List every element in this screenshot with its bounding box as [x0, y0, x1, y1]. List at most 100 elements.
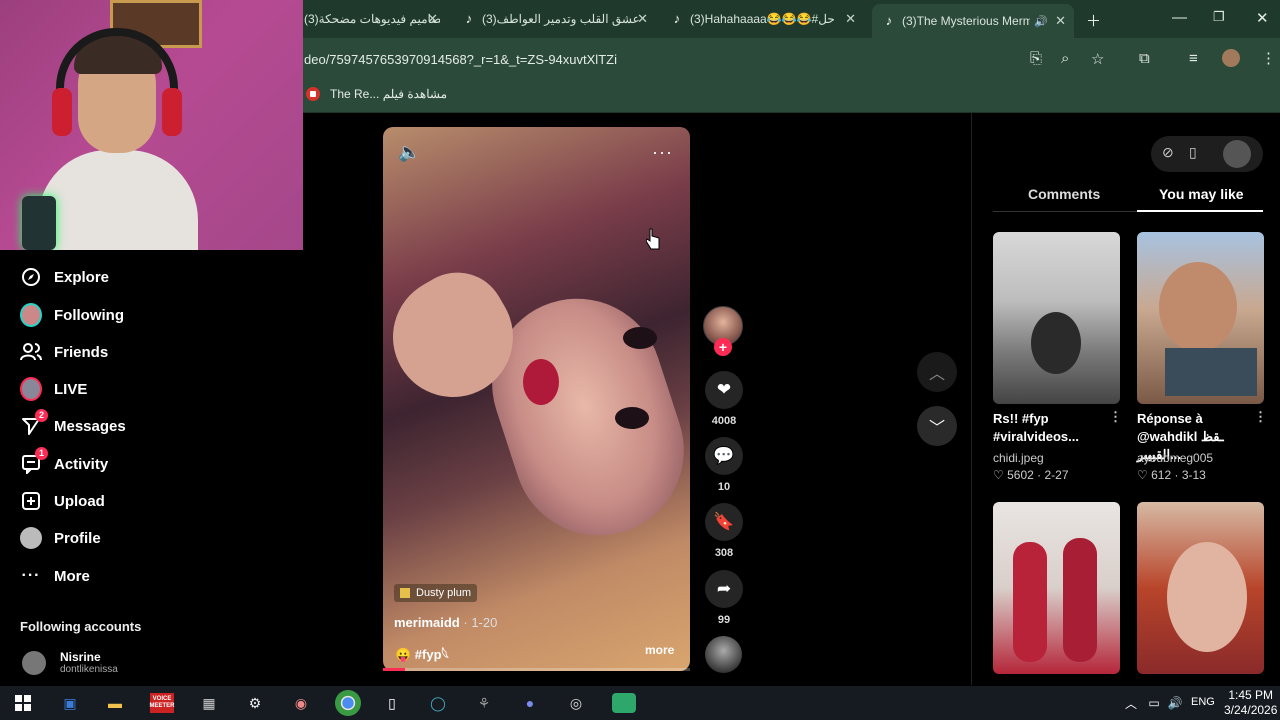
- bookmark-star-icon[interactable]: ☆: [1091, 50, 1104, 68]
- like-count: 4008: [711, 415, 737, 427]
- extensions-icon[interactable]: ⧉: [1139, 50, 1150, 67]
- sidebar-item-label: Profile: [54, 529, 101, 547]
- previous-video-button[interactable]: ︿: [917, 352, 957, 392]
- video-user[interactable]: chidi.jpeg: [993, 451, 1044, 465]
- music-tag[interactable]: Dusty plum: [394, 584, 478, 602]
- zoom-icon[interactable]: ⌕: [1061, 50, 1069, 67]
- sidebar-item-explore[interactable]: Explore: [20, 264, 109, 290]
- live-icon: [20, 377, 42, 401]
- view-mode-toggle[interactable]: ⊘ ▯: [1151, 136, 1263, 172]
- sidebar-item-label: LIVE: [54, 380, 88, 398]
- avatar[interactable]: [1223, 140, 1251, 168]
- profile-avatar[interactable]: [1222, 49, 1240, 67]
- browser-tab-2[interactable]: ♪ (3)عشق القلب وتدمير العواطف ✕: [462, 6, 650, 32]
- video-subject-eye: [615, 407, 649, 429]
- activity-badge: 1: [35, 447, 48, 460]
- video-thumbnail[interactable]: [993, 232, 1120, 404]
- close-icon[interactable]: ✕: [845, 11, 856, 27]
- minimize-icon[interactable]: —: [1172, 9, 1187, 26]
- chrome-icon[interactable]: [335, 690, 361, 716]
- close-icon[interactable]: ✕: [427, 11, 438, 27]
- volume-icon[interactable]: 🔈: [398, 142, 420, 163]
- more-options-icon[interactable]: ⋮: [1254, 409, 1267, 425]
- save-button[interactable]: 🔖 308: [704, 503, 744, 559]
- video-title[interactable]: Rs!! #fyp #viralvideos...: [993, 410, 1111, 446]
- sidebar-item-live[interactable]: LIVE: [20, 376, 87, 402]
- video-thumbnail[interactable]: [1137, 502, 1264, 674]
- next-video-button[interactable]: ﹀: [917, 406, 957, 446]
- obs-icon[interactable]: ◯: [427, 693, 449, 713]
- sidebar-item-messages[interactable]: 2 Messages: [20, 409, 126, 439]
- system-clock[interactable]: 1:45 PM 3/24/2026: [1224, 688, 1277, 718]
- sidebar-item-more[interactable]: ··· More: [20, 563, 90, 589]
- sidebar-item-friends[interactable]: Friends: [20, 339, 108, 365]
- browser-tab-3[interactable]: ♪ (3)Hahahaaaa😂😂😂#حل ✕: [670, 6, 858, 32]
- url-text[interactable]: deo/7597457653970914568?_r=1&_t=ZS-94xuv…: [304, 52, 617, 67]
- paint-icon[interactable]: ◉: [290, 693, 312, 713]
- video-subject-eye: [623, 327, 657, 349]
- voicemeeter-icon[interactable]: VOICE MEETER: [150, 693, 175, 713]
- music-icon: [400, 588, 410, 598]
- speaker-icon[interactable]: 🔊: [1034, 15, 1048, 28]
- tab-title: (3)Hahahaaaa😂😂😂#حل: [690, 12, 835, 26]
- window-close-icon[interactable]: ✕: [1256, 9, 1269, 27]
- follow-plus-button[interactable]: +: [714, 338, 732, 356]
- tab-comments[interactable]: Comments: [1028, 186, 1100, 202]
- close-icon[interactable]: ✕: [637, 11, 648, 27]
- following-account-item[interactable]: Nisrine dontlikenissa: [22, 650, 118, 675]
- folder-icon[interactable]: ▬: [104, 693, 126, 713]
- video-thumbnail[interactable]: [993, 502, 1120, 674]
- sidebar-item-upload[interactable]: Upload: [20, 488, 105, 514]
- windows-start-icon[interactable]: [12, 693, 34, 713]
- video-menu-icon[interactable]: ···: [652, 142, 673, 163]
- app-icon[interactable]: ◎: [565, 693, 587, 713]
- sidebar-item-label: Activity: [54, 455, 109, 473]
- steam-icon[interactable]: ⚙: [244, 693, 266, 713]
- microphone: [22, 196, 56, 250]
- following-accounts-header: Following accounts: [20, 619, 142, 634]
- video-thumbnail[interactable]: [1137, 232, 1264, 404]
- install-app-icon[interactable]: ⎘: [1030, 50, 1042, 67]
- like-button[interactable]: ❤ 4008: [704, 371, 744, 427]
- tab-you-may-like[interactable]: You may like: [1159, 186, 1244, 202]
- store-icon[interactable]: ▣: [59, 693, 81, 713]
- browser-tab-active[interactable]: ♪ (3)The Mysterious Merm 🔊 ✕: [872, 4, 1074, 38]
- share-button[interactable]: ➦ 99: [704, 570, 744, 626]
- tab-active-indicator: [1137, 210, 1263, 212]
- video-author[interactable]: merimaidd · 1-20: [394, 615, 497, 630]
- new-tab-icon[interactable]: ＋: [1086, 10, 1101, 31]
- browser-tab-1[interactable]: (3)تصاميم فيديوهات مضحكة ✕: [300, 6, 440, 32]
- sidebar-item-activity[interactable]: 1 Activity: [20, 447, 109, 477]
- comment-button[interactable]: 💬 10: [704, 437, 744, 493]
- media-control-icon[interactable]: ≡: [1189, 50, 1198, 67]
- app-icon[interactable]: ⚘: [473, 693, 495, 713]
- language-indicator[interactable]: ENG: [1191, 696, 1215, 708]
- more-options-icon[interactable]: ⋮: [1109, 409, 1122, 425]
- chevron-up-icon[interactable]: ︿: [1120, 693, 1142, 713]
- app-icon[interactable]: ▦: [198, 693, 220, 713]
- next-creator-avatar[interactable]: [705, 636, 742, 673]
- bookmark-icon: 🔖: [705, 503, 743, 541]
- sidebar-item-profile[interactable]: Profile: [20, 525, 101, 551]
- video-date: 3-13: [1181, 468, 1206, 482]
- sidebar-item-following[interactable]: Following: [20, 302, 124, 328]
- sidebar-item-label: More: [54, 567, 90, 585]
- notepad-icon[interactable]: ▯: [381, 693, 403, 713]
- video-progress-bar[interactable]: [383, 668, 690, 671]
- phone-icon[interactable]: ▯: [1189, 144, 1197, 161]
- close-icon[interactable]: ✕: [1055, 13, 1066, 29]
- music-title: Dusty plum: [416, 587, 472, 599]
- compass-icon[interactable]: ⊘: [1162, 144, 1174, 161]
- bookmark-item[interactable]: The Re... مشاهدة فيلم: [306, 87, 447, 101]
- restore-icon[interactable]: ❐: [1213, 9, 1225, 25]
- browser-menu-icon[interactable]: ⋮: [1261, 49, 1276, 67]
- compass-icon: [20, 266, 42, 288]
- speaker-icon[interactable]: 🔊: [1164, 693, 1186, 713]
- tab-title: (3)تصاميم فيديوهات مضحكة: [304, 12, 440, 26]
- discord-icon[interactable]: ●: [519, 693, 541, 713]
- caption-more-link[interactable]: more: [645, 643, 674, 657]
- app-icon[interactable]: [612, 693, 636, 713]
- video-user[interactable]: ayoubmeg005: [1137, 451, 1213, 465]
- tiktok-icon: ♪: [885, 13, 893, 28]
- network-icon[interactable]: ▭: [1143, 693, 1165, 713]
